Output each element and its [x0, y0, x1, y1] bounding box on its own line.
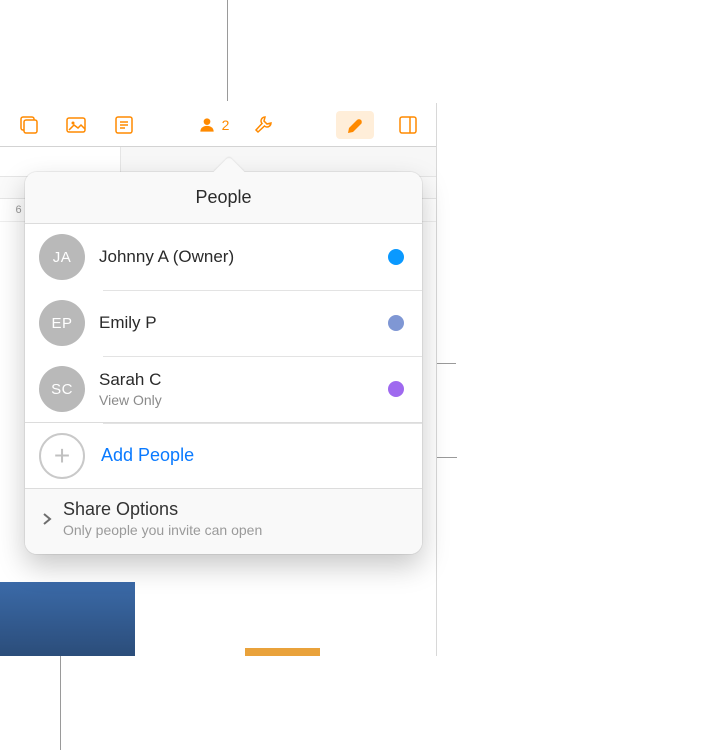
toolbar: 2: [0, 103, 436, 147]
participant-name: Johnny A (Owner): [99, 247, 374, 267]
presence-dot: [388, 381, 404, 397]
participant-row[interactable]: SC Sarah C View Only: [25, 356, 422, 422]
avatar: SC: [39, 366, 85, 412]
collaboration-button[interactable]: 2: [197, 111, 230, 139]
add-people-button[interactable]: + Add People: [25, 422, 422, 488]
app-window: 2 6: [0, 103, 437, 656]
participant-permission: View Only: [99, 392, 374, 408]
chevron-right-icon: [39, 511, 55, 527]
share-options-subtitle: Only people you invite can open: [63, 522, 262, 538]
presence-dot: [388, 249, 404, 265]
avatar: JA: [39, 234, 85, 280]
insert-shape-button[interactable]: [14, 111, 42, 139]
participant-name: Sarah C: [99, 370, 374, 390]
insert-media-button[interactable]: [62, 111, 90, 139]
participant-row[interactable]: JA Johnny A (Owner): [25, 224, 422, 290]
presence-dot: [388, 315, 404, 331]
avatar: EP: [39, 300, 85, 346]
share-options-button[interactable]: Share Options Only people you invite can…: [25, 488, 422, 554]
callout-line-bottom: [60, 654, 61, 750]
image-cell-preview: [0, 582, 135, 656]
popover-title: People: [25, 172, 422, 224]
plus-icon: +: [39, 433, 85, 479]
participant-name: Emily P: [99, 313, 374, 333]
cell-highlight: [245, 648, 320, 656]
insert-comment-button[interactable]: [110, 111, 138, 139]
participant-row[interactable]: EP Emily P: [25, 290, 422, 356]
callout-line-top: [227, 0, 228, 101]
participant-list: JA Johnny A (Owner) EP Emily P: [25, 224, 422, 422]
format-brush-button[interactable]: [336, 111, 374, 139]
share-options-title: Share Options: [63, 499, 262, 520]
sidebar-panel-button[interactable]: [394, 111, 422, 139]
tools-button[interactable]: [249, 111, 277, 139]
add-people-label: Add People: [101, 445, 194, 466]
people-popover: People JA Johnny A (Owner) EP Emily P: [25, 172, 422, 554]
collaboration-count: 2: [222, 117, 230, 133]
